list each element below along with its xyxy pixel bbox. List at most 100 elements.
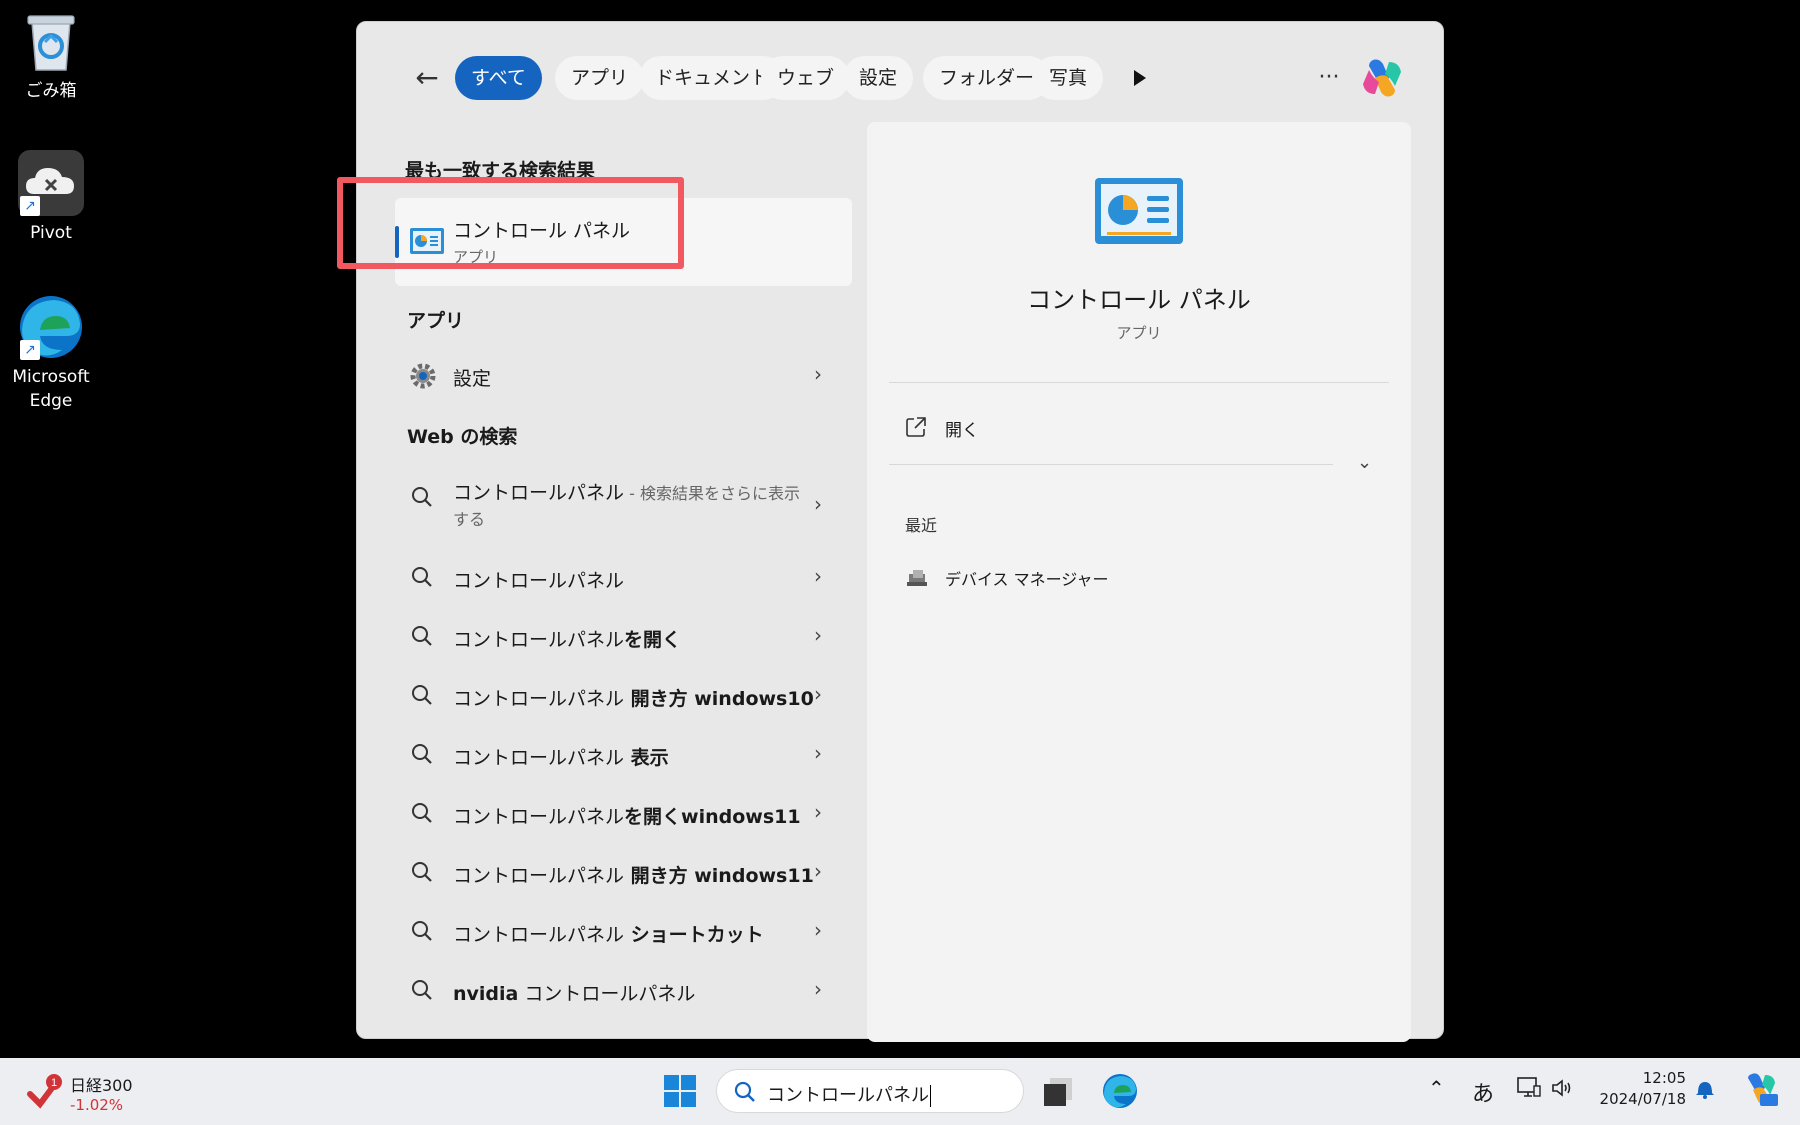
web-result-item[interactable]: コントロールパネル 開き方 windows10 › bbox=[395, 670, 852, 720]
recent-item[interactable]: デバイス マネージャー bbox=[905, 562, 1205, 598]
widgets-button[interactable]: 1 日経300 -1.02% bbox=[26, 1068, 146, 1118]
chevron-right-icon: › bbox=[814, 859, 822, 883]
open-label: 開く bbox=[945, 421, 979, 441]
app-result-label: 設定 bbox=[453, 368, 492, 390]
chevron-right-icon: › bbox=[814, 492, 822, 516]
filter-chip-settings[interactable]: 設定 bbox=[843, 56, 914, 100]
divider bbox=[889, 382, 1389, 383]
taskbar: 1 日経300 -1.02% コントロールパネル ⌃ あ 12:05 2024/… bbox=[0, 1058, 1800, 1125]
chevron-right-icon: › bbox=[814, 741, 822, 765]
recent-item-label: デバイス マネージャー bbox=[945, 570, 1109, 589]
open-external-icon bbox=[905, 416, 927, 438]
web-result-query: コントロールパネル bbox=[453, 570, 625, 592]
web-result-item[interactable]: nvidia コントロールパネル › bbox=[395, 965, 852, 1015]
web-result-query: コントロールパネル bbox=[453, 482, 625, 504]
filter-chip-photos[interactable]: 写真 bbox=[1033, 56, 1104, 100]
widget-change: -1.02% bbox=[70, 1096, 124, 1114]
search-icon bbox=[409, 682, 435, 708]
gear-icon bbox=[409, 362, 436, 389]
web-result-item[interactable]: コントロールパネル 開き方 windows11 › bbox=[395, 847, 852, 897]
clock-date: 2024/07/18 bbox=[1599, 1090, 1686, 1108]
control-panel-icon bbox=[1093, 176, 1185, 246]
chevron-right-icon: › bbox=[814, 918, 822, 942]
widget-badge: 1 bbox=[51, 1077, 57, 1089]
web-result-query: コントロールパネル bbox=[453, 629, 625, 651]
volume-icon[interactable] bbox=[1550, 1076, 1574, 1105]
windows-start-icon[interactable] bbox=[663, 1074, 697, 1108]
play-icon[interactable] bbox=[1125, 64, 1153, 92]
chevron-up-icon[interactable]: ⌃ bbox=[1428, 1076, 1445, 1100]
web-result-item[interactable]: コントロールパネル ショートカット › bbox=[395, 906, 852, 956]
detail-title: コントロール パネル bbox=[1027, 286, 1251, 314]
desktop-icon-pivot[interactable]: ↗ Pivot bbox=[6, 150, 96, 246]
more-options-icon[interactable]: ··· bbox=[1311, 60, 1347, 96]
bell-icon[interactable] bbox=[1694, 1076, 1716, 1105]
web-result-more[interactable]: コントロールパネル - 検索結果をさらに表示 する › bbox=[395, 472, 852, 536]
open-action[interactable]: 開く bbox=[905, 410, 1105, 450]
search-icon bbox=[409, 564, 435, 590]
network-icon[interactable] bbox=[1516, 1076, 1542, 1105]
filter-chip-web[interactable]: ウェブ bbox=[761, 56, 851, 100]
web-result-completion: を開くwindows11 bbox=[624, 806, 801, 828]
search-icon bbox=[409, 741, 435, 767]
shortcut-arrow-icon: ↗ bbox=[20, 340, 40, 360]
edge-taskbar-icon[interactable] bbox=[1101, 1072, 1139, 1110]
web-result-item[interactable]: コントロールパネル › bbox=[395, 552, 852, 602]
stock-widget-icon: 1 bbox=[26, 1072, 64, 1110]
web-result-subtext: - 検索結果をさらに表示 bbox=[624, 484, 800, 503]
highlight-box bbox=[337, 177, 684, 269]
apps-section-title: アプリ bbox=[407, 310, 465, 332]
web-search-title: Web の検索 bbox=[407, 426, 518, 448]
filter-bar: ← すべて アプリ ドキュメント ウェブ 設定 フォルダー 写真 ··· bbox=[357, 22, 1443, 132]
search-icon bbox=[409, 623, 435, 649]
search-icon bbox=[409, 859, 435, 885]
detail-pane: コントロール パネル アプリ 開く ⌄ 最近 デバイス マネージャー bbox=[867, 122, 1411, 1042]
taskbar-search-input[interactable]: コントロールパネル bbox=[716, 1069, 1024, 1113]
web-result-query: コントロールパネル bbox=[453, 924, 625, 946]
recycle-bin-icon bbox=[18, 8, 84, 74]
search-value: コントロールパネル bbox=[767, 1085, 929, 1106]
pivot-icon: ↗ bbox=[18, 150, 84, 216]
web-result-query: コントロールパネル bbox=[453, 747, 625, 769]
ime-indicator[interactable]: あ bbox=[1472, 1076, 1494, 1108]
web-result-query: コントロールパネル bbox=[453, 806, 625, 828]
search-icon bbox=[409, 918, 435, 944]
task-view-icon[interactable] bbox=[1040, 1072, 1078, 1110]
filter-chip-all[interactable]: すべて bbox=[455, 56, 542, 100]
device-manager-icon bbox=[905, 566, 929, 590]
start-search-panel: ← すべて アプリ ドキュメント ウェブ 設定 フォルダー 写真 ··· 最も一… bbox=[356, 21, 1444, 1042]
recent-title: 最近 bbox=[905, 516, 938, 535]
copilot-icon[interactable] bbox=[1359, 56, 1405, 100]
copilot-taskbar-icon[interactable] bbox=[1740, 1070, 1778, 1108]
web-result-subtext-cont: する bbox=[453, 510, 486, 529]
divider bbox=[889, 464, 1333, 465]
clock[interactable]: 12:05 2024/07/18 bbox=[1590, 1068, 1686, 1110]
filter-chip-apps[interactable]: アプリ bbox=[555, 56, 645, 100]
desktop-icon-recycle-bin[interactable]: ごみ箱 bbox=[6, 8, 96, 104]
shortcut-arrow-icon: ↗ bbox=[20, 196, 40, 216]
web-result-completion: ショートカット bbox=[624, 924, 764, 946]
web-result-completion: 表示 bbox=[624, 747, 669, 769]
web-result-item[interactable]: コントロールパネルを開く › bbox=[395, 611, 852, 661]
desktop-icon-edge[interactable]: ↗ Microsoft Edge bbox=[6, 294, 96, 414]
desktop-icon-label: Microsoft Edge bbox=[12, 367, 90, 411]
web-result-prefix: nvidia bbox=[453, 983, 519, 1005]
chevron-down-icon[interactable]: ⌄ bbox=[1357, 452, 1372, 473]
web-result-query: コントロールパネル bbox=[453, 688, 625, 710]
chevron-right-icon: › bbox=[814, 977, 822, 1001]
search-icon bbox=[409, 800, 435, 826]
web-result-completion: を開く bbox=[624, 629, 682, 651]
app-result-settings[interactable]: 設定 › bbox=[395, 350, 852, 400]
clock-time: 12:05 bbox=[1642, 1069, 1686, 1087]
web-result-item[interactable]: コントロールパネル 表示 › bbox=[395, 729, 852, 779]
chevron-right-icon: › bbox=[814, 800, 822, 824]
web-result-query: コントロールパネル bbox=[453, 865, 625, 887]
desktop-icon-label: ごみ箱 bbox=[25, 81, 77, 101]
filter-chip-folders[interactable]: フォルダー bbox=[923, 56, 1051, 100]
search-icon bbox=[409, 977, 435, 1003]
back-arrow-icon[interactable]: ← bbox=[409, 60, 445, 96]
search-icon bbox=[409, 484, 435, 510]
web-result-item[interactable]: コントロールパネルを開くwindows11 › bbox=[395, 788, 852, 838]
text-cursor bbox=[930, 1085, 931, 1107]
chevron-right-icon: › bbox=[814, 362, 822, 386]
